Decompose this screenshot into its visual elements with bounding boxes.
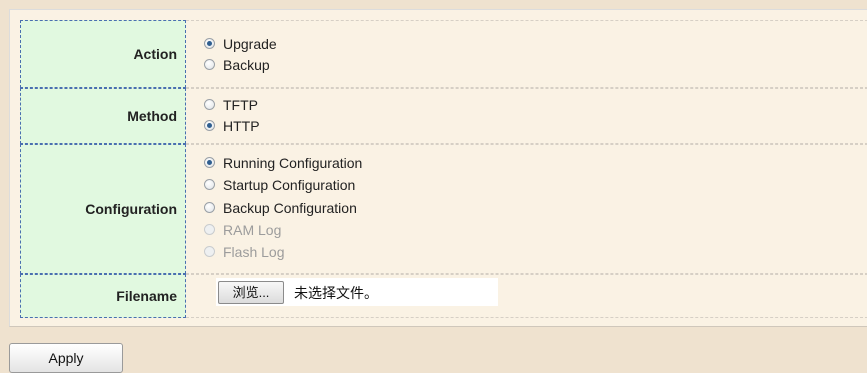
configuration-row: Configuration Running Configuration Star…: [20, 144, 867, 274]
radio-backup[interactable]: [204, 59, 215, 70]
file-status-text: 未选择文件。: [294, 285, 378, 301]
option-label-startup-configuration: Startup Configuration: [223, 177, 356, 193]
radio-tftp[interactable]: [204, 99, 215, 110]
action-options: Upgrade Backup: [186, 20, 867, 88]
option-label-flash-log: Flash Log: [223, 244, 285, 260]
radio-upgrade[interactable]: [204, 38, 215, 49]
option-label-running-configuration: Running Configuration: [223, 155, 363, 171]
option-label-backup: Backup: [223, 57, 270, 73]
browse-button[interactable]: 浏览...: [218, 281, 284, 304]
option-label-upgrade: Upgrade: [223, 36, 277, 52]
action-row: Action Upgrade Backup: [20, 20, 867, 88]
radio-running-configuration[interactable]: [204, 157, 215, 168]
method-label-cell: Method: [20, 88, 186, 144]
radio-flash-log: [204, 246, 215, 257]
configuration-label-cell: Configuration: [20, 144, 186, 274]
configuration-label: Configuration: [85, 201, 177, 217]
filename-row: Filename 浏览... 未选择文件。: [20, 274, 867, 318]
filename-label: Filename: [116, 288, 177, 304]
radio-ram-log: [204, 224, 215, 235]
method-label: Method: [127, 108, 177, 124]
file-input[interactable]: 浏览... 未选择文件。: [216, 278, 498, 306]
radio-backup-configuration[interactable]: [204, 202, 215, 213]
form-panel: Action Upgrade Backup Method TFTP HTTP C…: [9, 9, 867, 327]
filename-label-cell: Filename: [20, 274, 186, 318]
option-label-http: HTTP: [223, 118, 260, 134]
configuration-options: Running Configuration Startup Configurat…: [186, 144, 867, 274]
action-label: Action: [133, 46, 177, 62]
action-label-cell: Action: [20, 20, 186, 88]
option-label-backup-configuration: Backup Configuration: [223, 200, 357, 216]
apply-button[interactable]: Apply: [9, 343, 123, 373]
option-label-tftp: TFTP: [223, 97, 258, 113]
method-options: TFTP HTTP: [186, 88, 867, 144]
method-row: Method TFTP HTTP: [20, 88, 867, 144]
radio-startup-configuration[interactable]: [204, 179, 215, 190]
radio-http[interactable]: [204, 120, 215, 131]
option-label-ram-log: RAM Log: [223, 222, 282, 238]
